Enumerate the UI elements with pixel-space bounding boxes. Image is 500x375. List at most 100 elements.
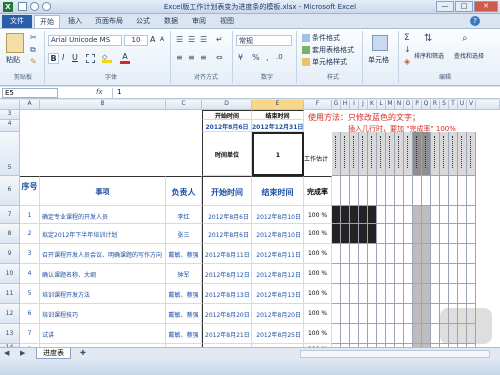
tab-data[interactable]: 数据	[158, 15, 184, 28]
border-icon[interactable]	[86, 54, 95, 63]
task-end-cell[interactable]: 2012年8月10日	[252, 224, 304, 244]
row-header[interactable]: 9	[0, 244, 20, 264]
task-end-cell[interactable]: 2012年8月10日	[252, 206, 304, 224]
gantt-cell[interactable]	[332, 224, 341, 244]
paste-button[interactable]: 粘贴	[6, 55, 26, 65]
task-owner-cell[interactable]: 钟军	[166, 264, 202, 284]
next-sheet-icon[interactable]: ▶	[20, 349, 25, 357]
task-end-cell[interactable]: 2012年8月12日	[252, 264, 304, 284]
column-header[interactable]: P	[413, 100, 422, 110]
task-owner-cell[interactable]: 张三	[166, 224, 202, 244]
bold-button[interactable]: B	[48, 53, 59, 64]
column-header[interactable]: F	[304, 100, 332, 110]
gantt-cell[interactable]	[332, 264, 341, 284]
paste-icon[interactable]	[6, 33, 24, 53]
gantt-cell[interactable]	[368, 206, 377, 224]
column-header[interactable]: B	[40, 100, 166, 110]
gantt-cell[interactable]	[368, 244, 377, 264]
format-painter-icon[interactable]: ✎	[30, 57, 37, 66]
task-rate-cell[interactable]: 100 %	[304, 224, 332, 244]
gantt-cell[interactable]	[350, 284, 359, 304]
task-no-cell[interactable]: 1	[20, 206, 40, 224]
cell-style-button[interactable]: 单元格样式	[312, 57, 347, 67]
gantt-cell[interactable]	[350, 304, 359, 324]
fx-icon[interactable]: fx	[96, 88, 103, 96]
first-sheet-icon[interactable]: ◀	[4, 349, 9, 357]
gantt-cell[interactable]	[458, 284, 467, 304]
tab-formulas[interactable]: 公式	[130, 15, 156, 28]
task-task-cell[interactable]: 确认课题名称、大纲	[40, 264, 166, 284]
grow-font-icon[interactable]: A	[150, 35, 155, 44]
column-header[interactable]: H	[341, 100, 350, 110]
task-owner-cell[interactable]: 戴敏、蔡强	[166, 284, 202, 304]
conditional-format-button[interactable]: 条件格式	[312, 33, 340, 43]
align-bottom-icon[interactable]: ☰	[200, 35, 207, 44]
task-no-cell[interactable]: 6	[20, 304, 40, 324]
gantt-cell[interactable]	[422, 224, 431, 244]
wrap-text-icon[interactable]: ↵	[216, 35, 223, 44]
percent-icon[interactable]: %	[252, 53, 260, 62]
cells-icon[interactable]	[372, 35, 388, 51]
task-start-cell[interactable]: 2012年8月21日	[202, 324, 252, 344]
sum-icon[interactable]: Σ	[404, 33, 410, 43]
gantt-cell[interactable]	[332, 304, 341, 324]
gantt-cell[interactable]	[440, 224, 449, 244]
find-select-icon[interactable]: ⌕	[462, 33, 468, 44]
tab-file[interactable]: 文件	[2, 15, 32, 28]
gantt-cell[interactable]	[404, 264, 413, 284]
gantt-cell[interactable]	[440, 206, 449, 224]
gantt-cell[interactable]	[359, 284, 368, 304]
gantt-cell[interactable]	[368, 284, 377, 304]
gantt-cell[interactable]	[332, 324, 341, 344]
fill-icon[interactable]: ↓	[404, 45, 411, 54]
gantt-cell[interactable]	[422, 304, 431, 324]
row-header[interactable]: 7	[0, 206, 20, 224]
clear-icon[interactable]: ◈	[404, 57, 410, 66]
save-icon[interactable]	[18, 2, 27, 11]
gantt-cell[interactable]	[359, 244, 368, 264]
gantt-cell[interactable]	[422, 284, 431, 304]
gantt-cell[interactable]	[467, 244, 476, 264]
gantt-cell[interactable]	[395, 324, 404, 344]
gantt-cell[interactable]	[413, 284, 422, 304]
gantt-cell[interactable]	[431, 224, 440, 244]
task-end-cell[interactable]: 2012年8月13日	[252, 284, 304, 304]
gantt-cell[interactable]	[377, 304, 386, 324]
column-header[interactable]: O	[404, 100, 413, 110]
gantt-cell[interactable]	[404, 324, 413, 344]
underline-button[interactable]: U	[72, 53, 78, 62]
gantt-cell[interactable]	[431, 324, 440, 344]
gantt-cell[interactable]	[377, 284, 386, 304]
task-rate-cell[interactable]: 100 %	[304, 264, 332, 284]
task-end-cell[interactable]: 2012年8月25日	[252, 324, 304, 344]
column-header[interactable]: K	[368, 100, 377, 110]
row-header[interactable]: 8	[0, 224, 20, 244]
task-owner-cell[interactable]: 戴敏、蔡强	[166, 324, 202, 344]
task-rate-cell[interactable]: 100 %	[304, 324, 332, 344]
row-header[interactable]: 5	[0, 132, 20, 176]
shrink-font-icon[interactable]: A	[160, 36, 164, 43]
gantt-cell[interactable]	[386, 244, 395, 264]
align-middle-icon[interactable]: ☰	[188, 35, 195, 44]
gantt-cell[interactable]	[395, 206, 404, 224]
name-box[interactable]: E5	[2, 88, 58, 98]
gantt-cell[interactable]	[368, 224, 377, 244]
gantt-cell[interactable]	[386, 304, 395, 324]
task-task-cell[interactable]: 培训课程技巧	[40, 304, 166, 324]
gantt-cell[interactable]	[359, 264, 368, 284]
align-top-icon[interactable]: ☰	[176, 35, 183, 44]
gantt-cell[interactable]	[467, 264, 476, 284]
gantt-cell[interactable]	[458, 206, 467, 224]
tab-review[interactable]: 审阅	[186, 15, 212, 28]
gantt-cell[interactable]	[404, 284, 413, 304]
comma-icon[interactable]: ,	[266, 53, 269, 62]
gantt-cell[interactable]	[431, 206, 440, 224]
tab-view[interactable]: 视图	[214, 15, 240, 28]
gantt-cell[interactable]	[386, 264, 395, 284]
gantt-cell[interactable]	[332, 244, 341, 264]
gantt-cell[interactable]	[386, 284, 395, 304]
gantt-cell[interactable]	[413, 206, 422, 224]
time-unit-value[interactable]: 1	[252, 132, 304, 176]
row-header[interactable]: 10	[0, 264, 20, 284]
task-end-cell[interactable]: 2012年8月11日	[252, 244, 304, 264]
